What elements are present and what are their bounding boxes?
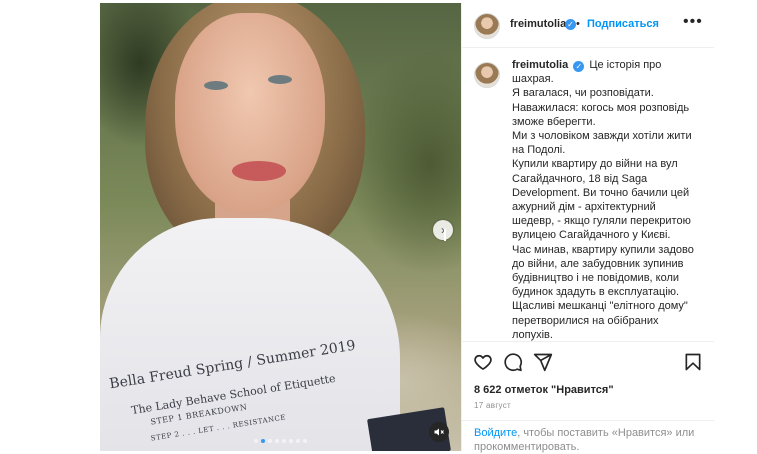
photo-lips (232, 161, 286, 181)
caption-line: Development. Ви точно бачили цей (512, 186, 690, 199)
caption-line: перетворилися на обібраних (512, 314, 659, 327)
caption-line: будинок здадуть в експлуатацію. (512, 286, 680, 299)
photo-eye-left (204, 81, 228, 90)
header-username[interactable]: freimutolia (510, 18, 566, 30)
login-prompt: Войдите, чтобы поставить «Нравится» или … (474, 426, 704, 454)
caption-line: шедевр, - якщо гуляли перекритою (512, 215, 691, 228)
post-date[interactable]: 17 август (474, 401, 511, 410)
share-icon[interactable] (533, 352, 553, 372)
follow-button[interactable]: Подписаться (587, 18, 659, 30)
caption-line: до війни, але забудовник зупинив (512, 257, 684, 270)
sound-off-icon (434, 428, 444, 436)
caption-line: Я вагалася, чи розповідати. (512, 87, 654, 100)
caption-line: Щасливі мешканці "елітного дому" (512, 300, 688, 313)
photo-eye-right (268, 75, 292, 84)
carousel-dot (289, 439, 293, 443)
caption-line: Купили квартиру до війни на вул (512, 158, 678, 171)
comment-icon[interactable] (503, 352, 523, 372)
heart-icon[interactable] (473, 352, 493, 372)
caption-line: будівництво і не повідомив, коли (512, 272, 680, 285)
more-options-icon[interactable]: ••• (683, 13, 703, 31)
caption-line: Ми з чоловіком завжди хотіли жити (512, 130, 692, 143)
verified-badge-icon: ✓ (565, 19, 576, 30)
carousel-dot (303, 439, 307, 443)
caption-line: Наважилася: когось моя розповідь (512, 101, 690, 114)
post-actions: 8 622 отметок "Нравится" 17 август Войди… (462, 341, 714, 454)
post-header: freimutolia ✓ • Подписаться ••• (462, 3, 714, 48)
caption-line: ажурний дім - архітектурний (512, 201, 656, 214)
caption-line: зможе вберегти. (512, 115, 596, 128)
avatar[interactable] (474, 13, 500, 39)
carousel-dot (275, 439, 279, 443)
carousel-dot (254, 439, 258, 443)
caption-area[interactable]: freimutolia ✓ Це історія про шахрая. Я в… (462, 48, 714, 341)
caption: freimutolia ✓ Це історія про шахрая. Я в… (512, 58, 702, 341)
carousel-dot (296, 439, 300, 443)
photo-face (175, 13, 325, 213)
caption-line: вулицею Сагайдачного у Києві. (512, 229, 671, 242)
carousel-dot (268, 439, 272, 443)
mouse-cursor (444, 229, 452, 241)
caption-username[interactable]: freimutolia (512, 59, 568, 71)
carousel-dots (100, 439, 461, 443)
carousel-dot (261, 439, 265, 443)
caption-line: Сагайдачного, 18 від Saga (512, 172, 648, 185)
bookmark-icon[interactable] (683, 352, 703, 372)
caption-line: Час минав, квартиру купили задово (512, 243, 694, 256)
caption-line: лопухів. (512, 328, 553, 341)
post-panel: freimutolia ✓ • Подписаться ••• freimuto… (461, 3, 714, 454)
caption-avatar[interactable] (474, 62, 500, 88)
dot-separator: • (576, 18, 580, 30)
divider (462, 420, 714, 421)
login-link[interactable]: Войдите (474, 427, 517, 439)
likes-count[interactable]: 8 622 отметок "Нравится" (474, 384, 614, 396)
carousel-dot (282, 439, 286, 443)
caption-line: на Подолі. (512, 144, 566, 157)
caption-verified-badge-icon: ✓ (573, 61, 585, 72)
sound-toggle-button[interactable] (429, 422, 449, 442)
